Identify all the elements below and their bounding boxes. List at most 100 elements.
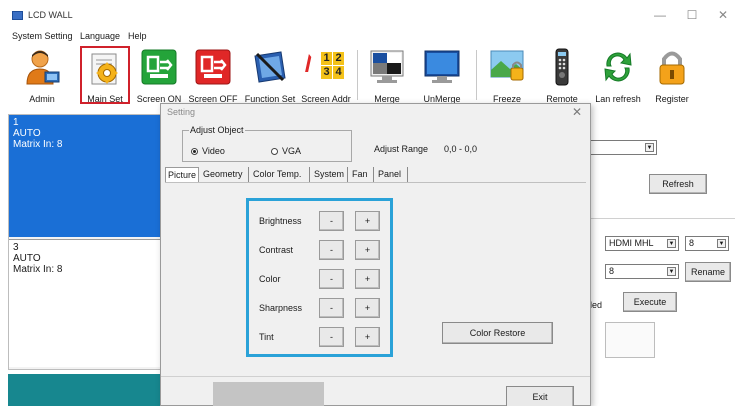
adjust-range-value: 0,0 - 0,0 (444, 144, 478, 154)
top-select[interactable]: ▼ (585, 140, 657, 155)
screen-layout-panel: 1 AUTO Matrix In: 8 3 AUTO Matrix In: 8 (8, 114, 164, 370)
screen-on-icon (141, 49, 177, 85)
divider (585, 218, 735, 219)
contrast-plus-button[interactable]: + (355, 240, 380, 260)
minimize-button[interactable]: — (650, 8, 670, 22)
sharpness-label: Sharpness (259, 303, 303, 313)
addr-digit-1: 1 (321, 52, 332, 65)
dialog-title: Setting (167, 107, 196, 117)
channel-value: 8 (689, 238, 695, 248)
lan-refresh-button[interactable]: Lan refresh (590, 46, 646, 104)
screen-mode: AUTO (13, 128, 41, 139)
radio-vga-label: VGA (282, 146, 302, 156)
channel-select[interactable]: 8 ▼ (685, 236, 729, 251)
name-value: 8 (609, 266, 615, 276)
chevron-down-icon: ▼ (717, 239, 726, 248)
radio-unselected-icon (271, 148, 278, 155)
screen-number: 3 (13, 242, 19, 253)
unmerge-button[interactable]: UnMerge (416, 46, 468, 104)
radio-selected-icon (191, 148, 198, 155)
color-minus-button[interactable]: - (319, 269, 344, 289)
execute-button[interactable]: Execute (623, 292, 677, 312)
tab-picture[interactable]: Picture (165, 167, 199, 183)
unmerge-icon (424, 50, 460, 83)
contrast-label: Contrast (259, 245, 294, 255)
screen-mode: AUTO (13, 253, 41, 264)
screen-off-button[interactable]: Screen OFF (188, 46, 238, 104)
sharpness-minus-button[interactable]: - (319, 298, 344, 318)
color-label: Color (259, 274, 281, 284)
dialog-close-icon[interactable]: ✕ (572, 105, 582, 119)
freeze-button[interactable]: Freeze (482, 46, 532, 104)
screen-tile-3[interactable]: 3 AUTO Matrix In: 8 (9, 239, 164, 367)
radio-video[interactable]: Video (191, 146, 225, 156)
screen-off-icon (195, 49, 231, 85)
sharpness-row: Sharpness - + (249, 298, 390, 318)
screen-addr-button[interactable]: 1 2 3 4 Screen Addr (300, 46, 352, 104)
tint-plus-button[interactable]: + (355, 327, 380, 347)
function-set-button[interactable]: Function Set (243, 46, 297, 104)
refresh-button[interactable]: Refresh (649, 174, 707, 194)
remote-button[interactable]: Remote (538, 46, 586, 104)
source-value: HDMI MHL (609, 238, 654, 248)
brightness-minus-button[interactable]: - (319, 211, 344, 231)
radio-video-label: Video (202, 146, 225, 156)
tab-color-temp[interactable]: Color Temp. (251, 167, 310, 183)
tab-panel[interactable]: Panel (376, 167, 408, 183)
screen-matrix: Matrix In: 8 (13, 264, 63, 275)
toolbar-separator (476, 50, 477, 100)
chevron-down-icon: ▼ (667, 267, 676, 276)
source-select[interactable]: HDMI MHL ▼ (605, 236, 679, 251)
freeze-icon (490, 50, 524, 81)
toolbar-separator (357, 50, 358, 100)
sharpness-plus-button[interactable]: + (355, 298, 380, 318)
title-bar: LCD WALL — ☐ ✕ (0, 0, 735, 30)
screen-number: 1 (13, 117, 19, 128)
color-plus-button[interactable]: + (355, 269, 380, 289)
tint-minus-button[interactable]: - (319, 327, 344, 347)
maximize-button[interactable]: ☐ (682, 8, 702, 22)
name-select[interactable]: 8 ▼ (605, 264, 679, 279)
radio-vga[interactable]: VGA (271, 146, 301, 156)
main-set-label: Main Set (87, 94, 123, 104)
tab-system[interactable]: System (312, 167, 348, 183)
addr-digit-4: 4 (333, 66, 344, 79)
lan-refresh-label: Lan refresh (595, 94, 641, 104)
main-set-button[interactable]: Main Set (80, 46, 130, 104)
brightness-plus-button[interactable]: + (355, 211, 380, 231)
admin-button[interactable]: Admin (14, 46, 70, 104)
menu-language[interactable]: Language (80, 31, 120, 41)
screen-on-button[interactable]: Screen ON (136, 46, 182, 104)
toolbar: Admin Main Set Screen ON Screen OFF Func… (0, 44, 735, 106)
adjust-object-group: Adjust Object Video VGA (182, 125, 352, 162)
rename-button[interactable]: Rename (685, 262, 731, 282)
picture-tab-panel: Brightness - + Contrast - + Color - + Sh… (165, 182, 586, 372)
screen-matrix: Matrix In: 8 (13, 139, 63, 150)
right-control-panel: ▼ Refresh HDMI MHL ▼ 8 ▼ 8 ▼ Rename bled… (585, 116, 735, 386)
close-button[interactable]: ✕ (713, 8, 733, 22)
register-lock-icon (659, 51, 685, 85)
addr-digit-3: 3 (321, 66, 332, 79)
tint-row: Tint - + (249, 327, 390, 347)
chevron-down-icon: ▼ (645, 143, 654, 152)
window-title: LCD WALL (28, 10, 73, 20)
screen-tile-1[interactable]: 1 AUTO Matrix In: 8 (9, 115, 164, 237)
tint-label: Tint (259, 332, 274, 342)
merge-icon (370, 50, 404, 83)
divider (161, 376, 590, 377)
merge-button[interactable]: Merge (362, 46, 412, 104)
adjust-object-title: Adjust Object (189, 125, 245, 135)
tab-geometry[interactable]: Geometry (201, 167, 249, 183)
setting-dialog: Setting ✕ Adjust Object Video VGA Adjust… (160, 103, 591, 406)
menu-system-setting[interactable]: System Setting (12, 31, 73, 41)
tab-fan[interactable]: Fan (350, 167, 374, 183)
adjust-range-label: Adjust Range (374, 144, 429, 154)
color-restore-button[interactable]: Color Restore (442, 322, 553, 344)
color-row: Color - + (249, 269, 390, 289)
progress-area (213, 382, 324, 406)
admin-user-icon (26, 50, 60, 85)
register-button[interactable]: Register (648, 46, 696, 104)
exit-button[interactable]: Exit (506, 386, 574, 406)
contrast-minus-button[interactable]: - (319, 240, 344, 260)
menu-help[interactable]: Help (128, 31, 147, 41)
